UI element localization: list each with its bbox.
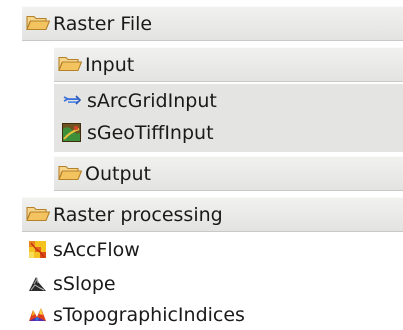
tool-label: sGeoTiffInput	[87, 121, 214, 144]
topographic-indices-icon	[28, 305, 47, 324]
open-folder-icon	[58, 163, 82, 185]
drawer-raster-file[interactable]: Raster File	[22, 6, 403, 41]
tool-label: sTopographicIndices	[53, 303, 245, 326]
drawer-label: Output	[85, 162, 151, 185]
tool-label: sAccFlow	[53, 238, 140, 261]
acc-flow-icon	[28, 240, 47, 259]
drawer-raster-processing[interactable]: Raster processing	[22, 197, 403, 232]
slope-icon	[28, 274, 47, 293]
tool-s-acc-flow[interactable]: sAccFlow	[28, 234, 140, 265]
tool-s-geo-tiff-input[interactable]: sGeoTiffInput	[62, 117, 214, 148]
drawer-input[interactable]: Input	[54, 47, 403, 82]
drawer-label: Raster File	[53, 12, 153, 35]
tool-s-slope[interactable]: sSlope	[28, 268, 116, 299]
open-folder-icon	[26, 13, 50, 35]
drawer-label: Input	[85, 53, 135, 76]
tool-label: sArcGridInput	[87, 89, 217, 112]
open-folder-icon	[58, 54, 82, 76]
open-folder-icon	[26, 204, 50, 226]
geotiff-input-icon	[62, 123, 81, 142]
drawer-output[interactable]: Output	[54, 156, 403, 191]
drawer-label: Raster processing	[53, 203, 223, 226]
tool-s-topographic-indices[interactable]: sTopographicIndices	[28, 299, 245, 330]
arc-grid-input-icon	[62, 91, 82, 110]
tool-label: sSlope	[53, 272, 116, 295]
tool-palette: Raster File Input sArcGridInput sGeoTiff…	[22, 0, 403, 329]
tool-s-arc-grid-input[interactable]: sArcGridInput	[62, 85, 217, 116]
